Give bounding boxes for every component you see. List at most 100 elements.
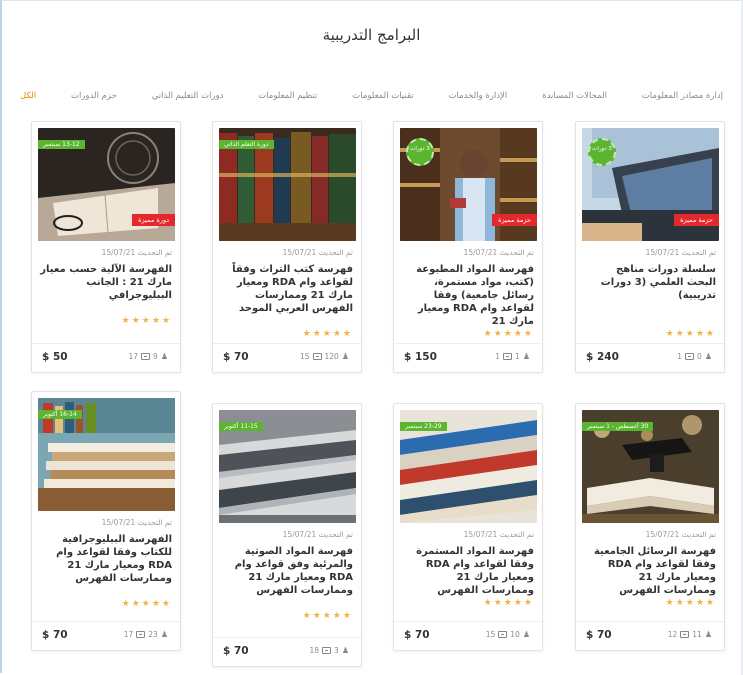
lessons-count: 1 bbox=[677, 352, 683, 361]
course-thumbnail: 23-29 سبتمبر bbox=[400, 410, 537, 523]
course-meta: 17 23 ♟ bbox=[124, 630, 168, 639]
course-card[interactable]: 13-12 سبتمبر دورة مميزة تم التحديث 15/07… bbox=[31, 121, 181, 373]
update-date: تم التحديث 15/07/21 bbox=[463, 530, 534, 539]
card-footer: $ 50 17 9 ♟ bbox=[32, 343, 180, 372]
update-date: تم التحديث 15/07/21 bbox=[101, 248, 172, 257]
lessons-count: 1 bbox=[495, 352, 501, 361]
user-icon: ♟ bbox=[522, 629, 530, 639]
user-icon: ♟ bbox=[704, 629, 712, 639]
course-date-ribbon: 13-12 سبتمبر bbox=[38, 140, 85, 149]
course-card[interactable]: 16-14 أكتوبر تم التحديث 15/07/21 الفهرسة… bbox=[31, 391, 181, 651]
card-footer: $ 70 12 11 ♟ bbox=[576, 621, 724, 650]
course-card[interactable]: دورة التعلم الذاتي تم التحديث 15/07/21 ف… bbox=[212, 121, 362, 373]
students-count: 10 bbox=[510, 630, 520, 639]
course-title[interactable]: فهرسة كتب التراث وفقاً لقواعد وام RDA وم… bbox=[221, 263, 353, 315]
course-meta: 17 9 ♟ bbox=[129, 352, 169, 361]
lessons-count: 17 bbox=[128, 352, 139, 361]
rating-stars: ★★★★★ bbox=[483, 598, 534, 608]
course-title[interactable]: فهرسة الرسائل الجامعية وفقا لقواعد وام R… bbox=[584, 545, 716, 597]
course-title[interactable]: الفهرسة الببليوجرافية للكتاب وفقا لقواعد… bbox=[40, 533, 172, 585]
lessons-icon bbox=[312, 353, 322, 360]
course-thumbnail: 3 دورات حزمة مميزة bbox=[582, 128, 719, 241]
card-footer: $ 70 17 23 ♟ bbox=[32, 621, 180, 650]
lessons-count: 17 bbox=[123, 630, 134, 639]
lessons-icon bbox=[503, 353, 513, 360]
course-date-ribbon: 23-29 سبتمبر bbox=[400, 422, 447, 431]
tab-all[interactable]: الكل bbox=[20, 91, 36, 101]
featured-badge: حزمة مميزة bbox=[674, 214, 719, 226]
course-price: $ 70 bbox=[223, 351, 249, 363]
rating-stars: ★★★★★ bbox=[121, 599, 172, 609]
tab-resources-management[interactable]: إدارة مصادر المعلومات bbox=[642, 91, 723, 101]
card-footer: $ 70 15 10 ♟ bbox=[394, 621, 542, 650]
course-thumbnail: 30 أغسطس - 1 سبتمبر bbox=[582, 410, 719, 523]
update-date: تم التحديث 15/07/21 bbox=[645, 248, 716, 257]
user-icon: ♟ bbox=[160, 351, 168, 361]
category-tabs: الكل حزم الدورات دورات التعليم الذاتي تن… bbox=[20, 88, 723, 104]
card-footer: $ 70 18 3 ♟ bbox=[213, 637, 361, 666]
rating-stars: ★★★★★ bbox=[665, 329, 716, 339]
course-date-ribbon: 11-15 أكتوبر bbox=[219, 422, 263, 431]
featured-badge: دورة مميزة bbox=[132, 214, 175, 226]
card-footer: $ 70 15 120 ♟ bbox=[213, 343, 361, 372]
course-title[interactable]: الفهرسة الآلية حسب معيار مارك 21 : الجان… bbox=[40, 263, 172, 302]
course-title[interactable]: فهرسة المواد المطبوعة (كتب، مواد مستمرة،… bbox=[402, 263, 534, 328]
update-date: تم التحديث 15/07/21 bbox=[282, 530, 353, 539]
user-icon: ♟ bbox=[160, 629, 168, 639]
rating-stars: ★★★★★ bbox=[665, 598, 716, 608]
lessons-icon bbox=[498, 631, 508, 638]
tab-information-technologies[interactable]: تقنيات المعلومات bbox=[352, 91, 413, 101]
course-card[interactable]: 3 دورات حزمة مميزة تم التحديث 15/07/21 س… bbox=[575, 121, 725, 373]
course-thumbnail: 3 دورات حزمة مميزة bbox=[400, 128, 537, 241]
tab-course-bundles[interactable]: حزم الدورات bbox=[71, 91, 117, 101]
course-price: $ 150 bbox=[404, 351, 437, 363]
bundle-seal: 3 دورات bbox=[406, 138, 434, 166]
course-thumbnail: 11-15 أكتوبر bbox=[219, 410, 356, 523]
course-title[interactable]: سلسلة دورات مناهج البحث العلمي (3 دورات … bbox=[584, 263, 716, 302]
students-count: 0 bbox=[697, 352, 702, 361]
card-footer: $ 240 1 0 ♟ bbox=[576, 343, 724, 372]
lessons-count: 12 bbox=[667, 630, 678, 639]
course-date-ribbon: 30 أغسطس - 1 سبتمبر bbox=[582, 422, 654, 431]
course-price: $ 70 bbox=[223, 645, 249, 657]
course-title[interactable]: فهرسة المواد الصوتية والمرئية وفق قواعد … bbox=[221, 545, 353, 597]
course-card[interactable]: 11-15 أكتوبر تم التحديث 15/07/21 فهرسة ا… bbox=[212, 403, 362, 667]
course-meta: 12 11 ♟ bbox=[668, 630, 712, 639]
course-card[interactable]: 3 دورات حزمة مميزة تم التحديث 15/07/21 ف… bbox=[393, 121, 543, 373]
lessons-count: 15 bbox=[485, 630, 496, 639]
course-price: $ 240 bbox=[586, 351, 619, 363]
course-date-ribbon: 16-14 أكتوبر bbox=[38, 410, 82, 419]
user-icon: ♟ bbox=[704, 351, 712, 361]
course-thumbnail: دورة التعلم الذاتي bbox=[219, 128, 356, 241]
lessons-icon bbox=[685, 353, 695, 360]
course-card[interactable]: 30 أغسطس - 1 سبتمبر تم التحديث 15/07/21 … bbox=[575, 403, 725, 651]
course-price: $ 70 bbox=[586, 629, 612, 641]
tab-supporting-fields[interactable]: المجالات المساندة bbox=[542, 91, 607, 101]
rating-stars: ★★★★★ bbox=[121, 316, 172, 326]
tab-self-learning[interactable]: دورات التعليم الذاتي bbox=[152, 91, 224, 101]
bundle-seal: 3 دورات bbox=[588, 138, 616, 166]
students-count: 23 bbox=[148, 630, 158, 639]
card-footer: $ 150 1 1 ♟ bbox=[394, 343, 542, 372]
tab-management-services[interactable]: الإدارة والخدمات bbox=[449, 91, 508, 101]
course-price: $ 70 bbox=[42, 629, 68, 641]
update-date: تم التحديث 15/07/21 bbox=[101, 518, 172, 527]
rating-stars: ★★★★★ bbox=[483, 329, 534, 339]
update-date: تم التحديث 15/07/21 bbox=[463, 248, 534, 257]
course-date-ribbon: دورة التعلم الذاتي bbox=[219, 140, 274, 149]
page-title: البرامج التدريبية bbox=[322, 26, 421, 44]
update-date: تم التحديث 15/07/21 bbox=[282, 248, 353, 257]
course-title[interactable]: فهرسة المواد المستمرة وفقا لقواعد وام RD… bbox=[402, 545, 534, 597]
course-meta: 1 1 ♟ bbox=[495, 352, 530, 361]
students-count: 11 bbox=[692, 630, 702, 639]
update-date: تم التحديث 15/07/21 bbox=[645, 530, 716, 539]
students-count: 3 bbox=[334, 646, 339, 655]
course-price: $ 70 bbox=[404, 629, 430, 641]
tab-information-organization[interactable]: تنظيم المعلومات bbox=[258, 91, 317, 101]
course-meta: 15 120 ♟ bbox=[300, 352, 349, 361]
course-meta: 1 0 ♟ bbox=[677, 352, 712, 361]
course-meta: 15 10 ♟ bbox=[486, 630, 530, 639]
user-icon: ♟ bbox=[341, 645, 349, 655]
course-thumbnail: 13-12 سبتمبر دورة مميزة bbox=[38, 128, 175, 241]
course-card[interactable]: 23-29 سبتمبر تم التحديث 15/07/21 فهرسة ا… bbox=[393, 403, 543, 651]
